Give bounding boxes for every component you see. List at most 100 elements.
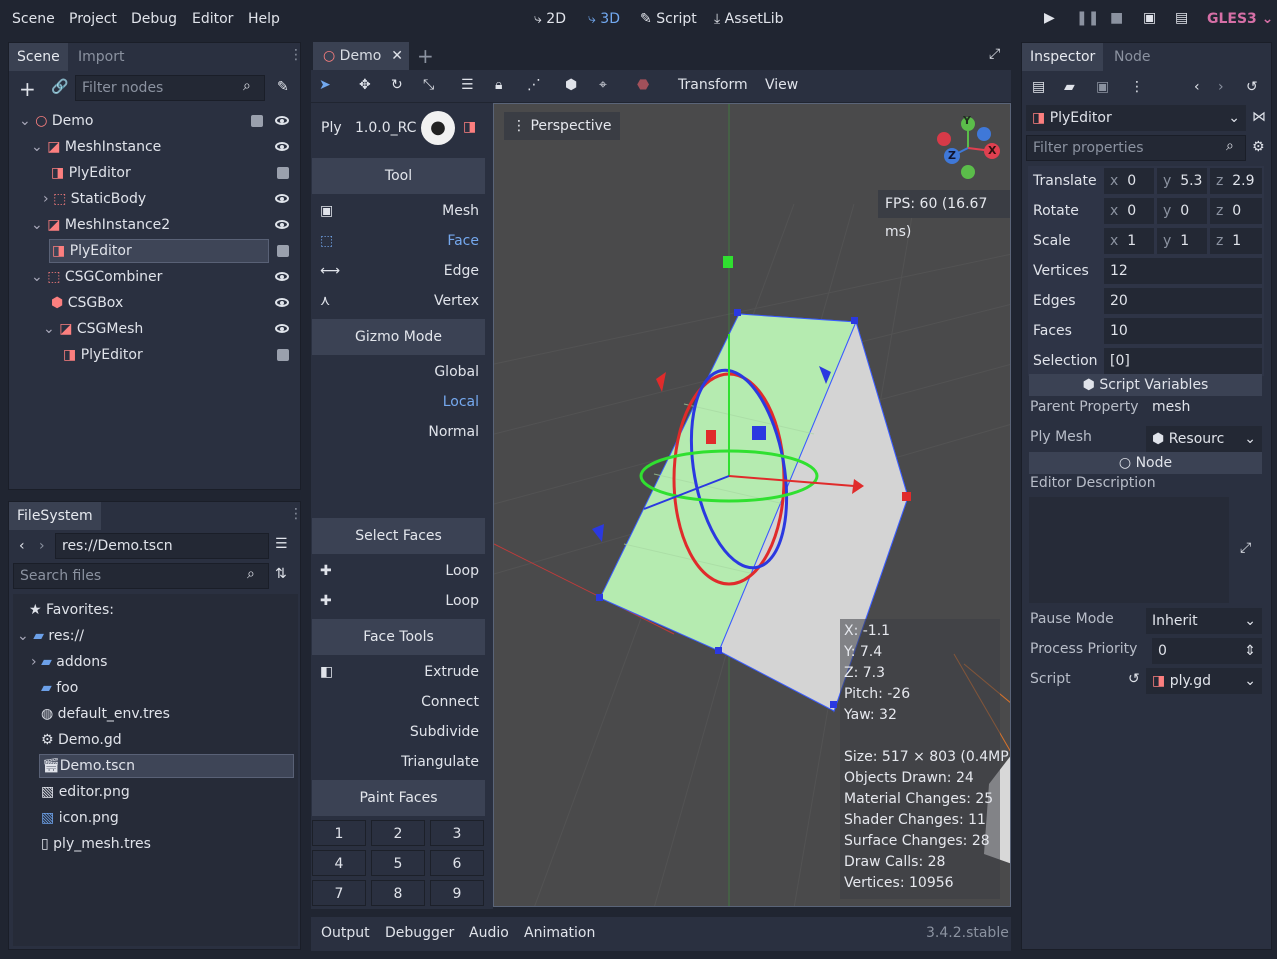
file-demo-tscn[interactable]: 🎬︎Demo.tscn bbox=[39, 754, 294, 778]
tree-node-plyeditor-3[interactable]: ◨ PlyEditor bbox=[63, 342, 263, 368]
parent-property-value[interactable]: mesh bbox=[1152, 399, 1190, 415]
tool-subdivide[interactable]: Subdivide bbox=[312, 717, 485, 747]
tree-node-plyeditor-2[interactable]: ◨ PlyEditor bbox=[49, 239, 269, 263]
sort-icon[interactable]: ⇅ bbox=[275, 566, 287, 582]
gizmo-global[interactable]: Global bbox=[312, 357, 485, 387]
play-scene-icon[interactable]: ▣ bbox=[1143, 10, 1156, 26]
gizmo-local[interactable]: Local bbox=[312, 387, 485, 417]
select-loop-2[interactable]: ✚ Loop bbox=[312, 586, 485, 616]
rotate-y[interactable]: y 0 bbox=[1157, 198, 1207, 224]
tree-node-staticbody[interactable]: › ⬚ StaticBody bbox=[43, 186, 263, 212]
tab-import[interactable]: Import bbox=[70, 43, 132, 71]
menu-editor[interactable]: Editor bbox=[192, 11, 233, 27]
select-loop-1[interactable]: ✚ Loop bbox=[312, 556, 485, 586]
dock-menu-icon[interactable]: ⋮ bbox=[289, 506, 303, 522]
workspace-2d[interactable]: ⤷ 2D bbox=[534, 11, 566, 27]
tree-node-meshinstance2[interactable]: ⌄ ◪ MeshInstance2 bbox=[31, 212, 281, 238]
tool-face[interactable]: ⬚ Face bbox=[312, 226, 485, 256]
new-tab-icon[interactable]: + bbox=[417, 44, 434, 68]
tab-debugger[interactable]: Debugger bbox=[385, 925, 454, 941]
script-icon[interactable] bbox=[277, 167, 289, 179]
attach-script-icon[interactable]: ✎ bbox=[277, 79, 289, 95]
visibility-eye-icon[interactable] bbox=[275, 272, 289, 281]
play-icon[interactable]: ▶ bbox=[1044, 10, 1055, 26]
paint-button-6[interactable]: 6 bbox=[430, 850, 484, 876]
paint-button-9[interactable]: 9 bbox=[430, 880, 484, 906]
editor-description-field[interactable] bbox=[1029, 497, 1229, 603]
renderer-select[interactable]: GLES3 ⌄ bbox=[1207, 11, 1273, 27]
script-variables-section[interactable]: ⬢ Script Variables bbox=[1029, 374, 1262, 396]
faces-value[interactable]: 10 bbox=[1104, 318, 1262, 344]
transform-menu[interactable]: Transform bbox=[678, 77, 748, 93]
camera-icon[interactable]: ⬣ bbox=[637, 77, 649, 93]
paint-button-4[interactable]: 4 bbox=[312, 850, 366, 876]
edges-value[interactable]: 20 bbox=[1104, 288, 1262, 314]
tree-node-csgbox[interactable]: ⬢ CSGBox bbox=[51, 290, 271, 316]
scale-mode-icon[interactable]: ⤡ bbox=[423, 77, 434, 93]
stop-icon[interactable]: ■ bbox=[1110, 10, 1123, 26]
visibility-eye-icon[interactable] bbox=[275, 220, 289, 229]
translate-z[interactable]: z 2.9 bbox=[1210, 168, 1262, 194]
visibility-eye-icon[interactable] bbox=[275, 324, 289, 333]
scale-y[interactable]: y 1 bbox=[1157, 228, 1207, 254]
list-select-icon[interactable]: ☰ bbox=[461, 77, 474, 93]
save-icon[interactable]: ▣ bbox=[1096, 79, 1109, 95]
tree-node-csgcombiner[interactable]: ⌄ ⬚ CSGCombiner bbox=[31, 264, 281, 290]
snap-icon[interactable]: ⌖ bbox=[599, 77, 607, 93]
menu-debug[interactable]: Debug bbox=[131, 11, 177, 27]
visibility-eye-icon[interactable] bbox=[275, 298, 289, 307]
workspace-assetlib[interactable]: ⤓ AssetLib bbox=[714, 11, 784, 27]
file-editor-png[interactable]: ▧ editor.png bbox=[41, 779, 130, 805]
expand-icon[interactable]: ⤢ bbox=[1240, 540, 1251, 556]
lock-icon[interactable]: 🔒︎ bbox=[495, 77, 502, 93]
selection-value[interactable]: [0] bbox=[1104, 348, 1262, 374]
github-icon[interactable]: ● bbox=[421, 111, 455, 145]
workspace-3d[interactable]: ⤷ 3D bbox=[588, 11, 620, 27]
history-forward-icon[interactable]: › bbox=[1218, 79, 1224, 95]
workspace-script[interactable]: ✎ Script bbox=[640, 11, 697, 27]
back-icon[interactable]: ‹ bbox=[19, 538, 25, 554]
paint-button-2[interactable]: 2 bbox=[371, 820, 425, 846]
history-icon[interactable]: ↺ bbox=[1246, 79, 1258, 95]
perspective-menu[interactable]: ⋮ Perspective bbox=[504, 112, 620, 140]
tab-demo[interactable]: ○ Demo ✕ bbox=[313, 42, 409, 70]
history-back-icon[interactable]: ‹ bbox=[1194, 79, 1200, 95]
paint-button-7[interactable]: 7 bbox=[312, 880, 366, 906]
split-mode-icon[interactable]: ☰ bbox=[275, 536, 288, 552]
tree-node-csgmesh[interactable]: ⌄ ◪ CSGMesh bbox=[43, 316, 263, 342]
add-node-icon[interactable]: + bbox=[19, 77, 36, 101]
tool-mesh[interactable]: ▣ Mesh bbox=[312, 196, 485, 226]
ply-mesh-resource[interactable]: ⬢ Resourc ⌄ bbox=[1146, 426, 1262, 452]
menu-project[interactable]: Project bbox=[69, 11, 117, 27]
translate-x[interactable]: x 0 bbox=[1104, 168, 1154, 194]
search-files-input[interactable]: Search files bbox=[13, 563, 269, 589]
more-icon[interactable]: ⋮ bbox=[1130, 79, 1144, 95]
tree-node-plyeditor-1[interactable]: ◨ PlyEditor bbox=[51, 160, 271, 186]
link-icon[interactable]: 🔗 bbox=[51, 79, 68, 95]
tab-animation[interactable]: Animation bbox=[524, 925, 595, 941]
tool-connect[interactable]: Connect bbox=[312, 687, 485, 717]
tab-node[interactable]: Node bbox=[1106, 43, 1159, 71]
script-icon[interactable] bbox=[277, 245, 289, 257]
rotate-z[interactable]: z 0 bbox=[1210, 198, 1262, 224]
vertices-value[interactable]: 12 bbox=[1104, 258, 1262, 284]
visibility-eye-icon[interactable] bbox=[275, 142, 289, 151]
file-icon-png[interactable]: ▧ icon.png bbox=[41, 805, 119, 831]
folder-addons[interactable]: › ▰ addons bbox=[31, 649, 107, 675]
script-icon[interactable] bbox=[251, 115, 263, 127]
gizmo-normal[interactable]: Normal bbox=[312, 417, 485, 447]
tree-node-demo[interactable]: ⌄ ○ Demo bbox=[19, 108, 289, 134]
fullscreen-icon[interactable]: ⤢ bbox=[989, 46, 1000, 62]
scale-z[interactable]: z 1 bbox=[1210, 228, 1262, 254]
favorites-item[interactable]: ★ Favorites: bbox=[29, 597, 114, 623]
menu-help[interactable]: Help bbox=[248, 11, 280, 27]
dock-menu-icon[interactable]: ⋮ bbox=[289, 47, 303, 63]
reset-icon[interactable]: ↺ bbox=[1128, 671, 1140, 687]
group-icon[interactable]: ⋰ bbox=[527, 77, 541, 93]
file-demo-gd[interactable]: ⚙ Demo.gd bbox=[41, 727, 122, 753]
object-tree-icon[interactable]: ⋈ bbox=[1252, 109, 1266, 125]
new-resource-icon[interactable]: ▤ bbox=[1032, 79, 1045, 95]
view-menu[interactable]: View bbox=[765, 77, 798, 93]
file-ply-mesh-tres[interactable]: ▯ ply_mesh.tres bbox=[41, 831, 151, 857]
folder-foo[interactable]: ▰ foo bbox=[41, 675, 78, 701]
